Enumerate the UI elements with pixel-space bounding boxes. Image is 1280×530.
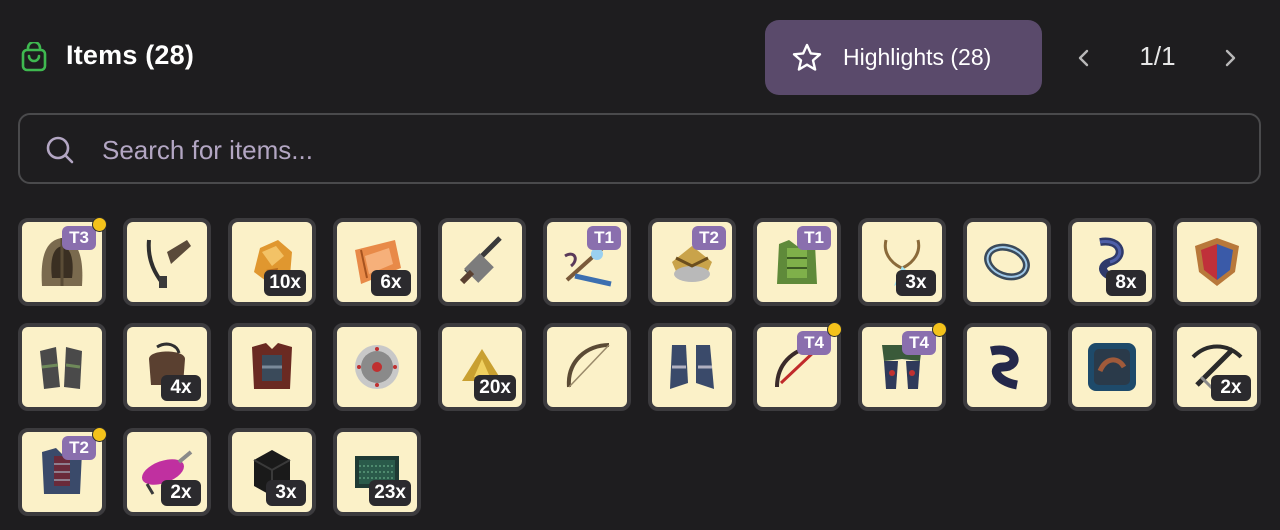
scarf-icon [989,345,1019,390]
item-slot[interactable] [648,323,736,411]
new-indicator-dot [92,427,107,442]
tier-badge: T2 [62,436,96,460]
chestplate-icon [252,343,292,389]
item-slot[interactable]: T2 [648,218,736,306]
quantity-badge: 10x [264,270,306,296]
item-slot[interactable]: 10x [228,218,316,306]
search-input[interactable] [100,127,1204,173]
shield-icon [1195,238,1239,286]
bow-icon [566,343,610,388]
item-slot[interactable]: 23x [333,428,421,516]
highlights-label: Highlights (28) [843,44,992,70]
tier-badge: T2 [692,226,726,250]
star-icon [792,43,822,71]
item-slot[interactable]: 6x [333,218,421,306]
chevron-right-icon[interactable] [1216,44,1244,72]
sling-icon [146,239,191,288]
item-slot[interactable]: T4 [858,322,947,411]
ring-icon [984,243,1030,281]
item-grid: T3 10x 6x T1 T2 T1 3x 8x 4x 20x T4 T4 2x T2 2x 3x 23x [18,217,1262,518]
item-slot[interactable]: 8x [1068,218,1156,306]
shopping-bag-icon [21,42,47,72]
search-box [18,113,1261,184]
new-indicator-dot [92,217,107,232]
highlights-button[interactable]: Highlights (28) [765,20,1042,95]
tier-badge: T1 [587,226,621,250]
tier-badge: T3 [62,226,96,250]
quantity-badge: 2x [1211,375,1251,401]
new-indicator-dot [827,322,842,337]
crossbow-icon [459,236,502,285]
item-slot[interactable]: 3x [228,428,316,516]
item-slot[interactable] [333,323,421,411]
header: Items (28) Highlights (28) 1/1 [0,0,1280,110]
round-shield-icon [355,345,399,389]
item-slot[interactable]: T1 [543,218,631,306]
item-slot[interactable]: T1 [753,218,841,306]
item-slot[interactable] [123,218,211,306]
tier-badge: T4 [902,331,936,355]
tier-badge: T1 [797,226,831,250]
item-slot[interactable] [438,218,526,306]
spellbook-icon [1088,343,1136,391]
item-slot[interactable]: T3 [18,217,107,306]
item-slot[interactable]: 2x [123,428,211,516]
item-slot[interactable] [543,323,631,411]
item-slot[interactable] [18,323,106,411]
quantity-badge: 3x [896,270,936,296]
item-slot[interactable] [1173,218,1261,306]
page-title: Items (28) [66,40,195,70]
search-icon [46,136,74,164]
item-slot[interactable] [963,218,1051,306]
quantity-badge: 20x [474,375,516,401]
quantity-badge: 8x [1106,270,1146,296]
tier-badge: T4 [797,331,831,355]
chevron-left-icon[interactable] [1070,44,1098,72]
item-slot[interactable] [228,323,316,411]
item-slot[interactable]: T4 [753,322,842,411]
item-slot[interactable]: 2x [1173,323,1261,411]
quantity-badge: 6x [371,270,411,296]
boots-icon [670,345,714,389]
quantity-badge: 23x [369,480,411,506]
item-slot[interactable]: 3x [858,218,946,306]
gauntlets-icon [40,347,82,389]
item-slot[interactable]: 4x [123,323,211,411]
quantity-badge: 2x [161,480,201,506]
quantity-badge: 4x [161,375,201,401]
new-indicator-dot [932,322,947,337]
page-indicator: 1/1 [1139,41,1176,71]
item-slot[interactable] [963,323,1051,411]
item-slot[interactable] [1068,323,1156,411]
item-slot[interactable]: 20x [438,323,526,411]
item-slot[interactable]: T2 [18,427,107,516]
quantity-badge: 3x [266,480,306,506]
